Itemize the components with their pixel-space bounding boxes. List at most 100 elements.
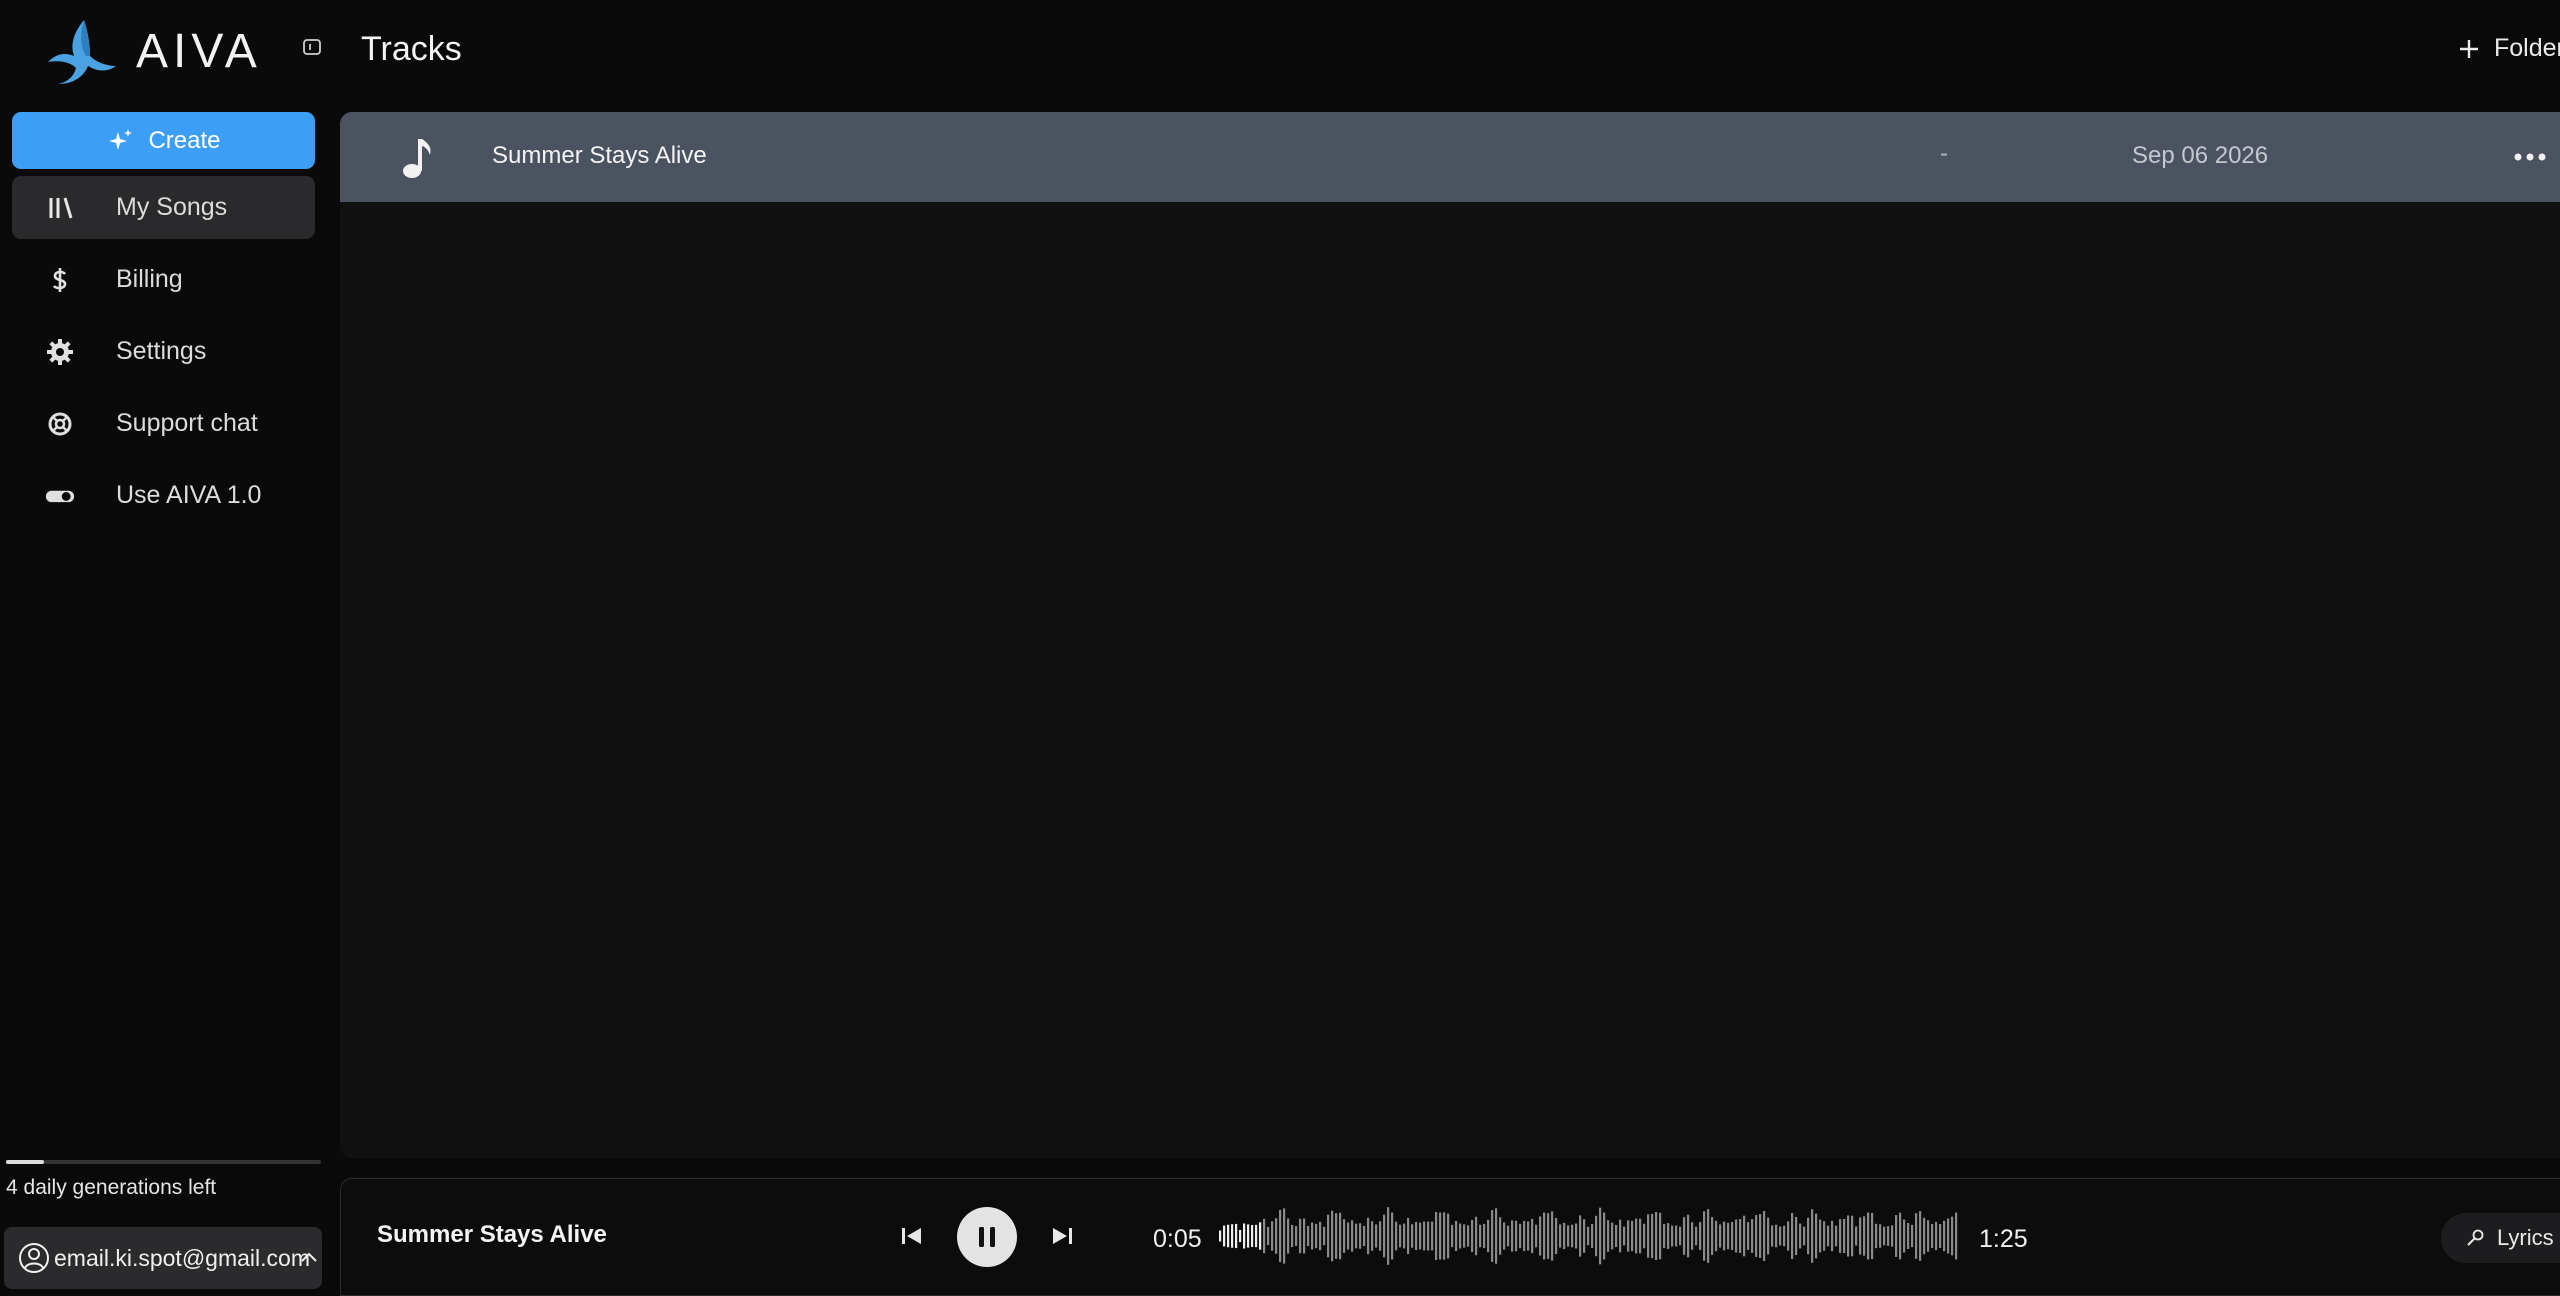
previous-track-button[interactable] bbox=[897, 1221, 927, 1251]
waveform-bar bbox=[1271, 1221, 1274, 1251]
waveform-bar bbox=[1767, 1217, 1770, 1255]
waveform-bar bbox=[1695, 1226, 1698, 1246]
waveform-bar bbox=[1779, 1226, 1782, 1246]
waveform-bar bbox=[1511, 1220, 1514, 1252]
aiva-logo[interactable]: AIVA bbox=[44, 16, 262, 86]
waveform-bar bbox=[1643, 1223, 1646, 1249]
waveform-bar bbox=[1307, 1225, 1310, 1247]
sidebar-item-support-chat[interactable]: Support chat bbox=[12, 392, 315, 455]
waveform-bar bbox=[1607, 1220, 1610, 1252]
create-button-label: Create bbox=[148, 126, 221, 154]
waveform-bar bbox=[1835, 1225, 1838, 1247]
waveform-bar bbox=[1279, 1209, 1282, 1263]
waveform-bar bbox=[1571, 1224, 1574, 1248]
waveform-bar bbox=[1259, 1222, 1262, 1250]
waveform-bar bbox=[1519, 1223, 1522, 1249]
waveform-bar bbox=[1219, 1230, 1222, 1242]
waveform-bar bbox=[1887, 1226, 1890, 1246]
waveform-bar bbox=[1487, 1219, 1490, 1253]
waveform-bar bbox=[1851, 1215, 1854, 1257]
waveform-bar bbox=[1507, 1225, 1510, 1247]
sidebar-item-settings[interactable]: Settings bbox=[12, 320, 315, 383]
pause-button[interactable] bbox=[957, 1207, 1017, 1267]
collapse-sidebar-button[interactable] bbox=[302, 37, 322, 57]
waveform-bar bbox=[1647, 1214, 1650, 1258]
waveform-bar bbox=[1771, 1225, 1774, 1247]
waveform-bar bbox=[1543, 1212, 1546, 1260]
waveform-bar bbox=[1603, 1212, 1606, 1260]
waveform-bar bbox=[1583, 1219, 1586, 1253]
waveform-bar bbox=[1531, 1218, 1534, 1254]
waveform-bar bbox=[1515, 1220, 1518, 1252]
waveform-bar bbox=[1407, 1217, 1410, 1255]
plus-icon bbox=[2460, 39, 2478, 58]
dollar-icon bbox=[40, 265, 80, 295]
more-options-icon[interactable] bbox=[2510, 144, 2554, 170]
new-folder-label: Folder bbox=[2494, 34, 2560, 62]
account-menu[interactable]: email.ki.spot@gmail.com bbox=[4, 1227, 322, 1289]
new-folder-button[interactable]: Folder bbox=[2456, 34, 2560, 63]
track-row[interactable]: Summer Stays Alive - Sep 06 2026 bbox=[340, 112, 2560, 202]
waveform-bar bbox=[1403, 1223, 1406, 1249]
aiva-logo-icon bbox=[48, 20, 116, 84]
waveform-bar bbox=[1591, 1224, 1594, 1248]
next-track-button[interactable] bbox=[1047, 1221, 1077, 1251]
waveform-bar bbox=[1759, 1214, 1762, 1258]
account-email: email.ki.spot@gmail.com bbox=[54, 1244, 310, 1271]
track-title[interactable]: Summer Stays Alive bbox=[492, 142, 707, 170]
waveform-bar bbox=[1951, 1216, 1954, 1256]
waveform-bar bbox=[1315, 1223, 1318, 1249]
waveform-bar bbox=[1823, 1221, 1826, 1251]
create-button[interactable]: Create bbox=[12, 112, 315, 169]
waveform-bar bbox=[1895, 1215, 1898, 1257]
waveform-bar bbox=[1755, 1215, 1758, 1257]
waveform-bar bbox=[1739, 1218, 1742, 1254]
library-icon bbox=[40, 193, 80, 223]
waveform-bar bbox=[1379, 1221, 1382, 1251]
waveform-bar bbox=[1931, 1224, 1934, 1248]
app-name: AIVA bbox=[136, 24, 262, 78]
waveform-bar bbox=[1667, 1223, 1670, 1249]
sidebar-item-label: Support chat bbox=[116, 409, 258, 437]
waveform-bar bbox=[1655, 1211, 1658, 1261]
waveform-bar bbox=[1343, 1219, 1346, 1253]
sidebar-item-my-songs[interactable]: My Songs bbox=[12, 176, 315, 239]
sidebar: AIVA Create My Songs Billing Settings Su… bbox=[0, 0, 330, 1296]
waveform-bar bbox=[1867, 1212, 1870, 1260]
waveform-bar bbox=[1619, 1219, 1622, 1253]
waveform-bar bbox=[1875, 1223, 1878, 1249]
waveform-bar bbox=[1691, 1222, 1694, 1250]
music-note-icon bbox=[403, 139, 431, 178]
waveform-bar bbox=[1751, 1219, 1754, 1253]
waveform-bar bbox=[1495, 1208, 1498, 1264]
waveform-bar bbox=[1699, 1222, 1702, 1250]
waveform-bar bbox=[1639, 1218, 1642, 1254]
waveform-bar bbox=[1719, 1224, 1722, 1248]
waveform-bar bbox=[1675, 1225, 1678, 1247]
waveform-bar bbox=[1735, 1219, 1738, 1253]
waveform-bar bbox=[1363, 1225, 1366, 1247]
lyrics-button[interactable]: Lyrics bbox=[2441, 1213, 2560, 1263]
waveform-bar bbox=[1311, 1222, 1314, 1250]
waveform-bar bbox=[1927, 1220, 1930, 1252]
waveform-seekbar[interactable] bbox=[1219, 1205, 1959, 1267]
waveform-bar bbox=[1435, 1211, 1438, 1261]
user-avatar-icon bbox=[19, 1243, 49, 1273]
waveform-bar bbox=[1683, 1217, 1686, 1255]
waveform-bar bbox=[1243, 1223, 1246, 1249]
waveform-bar bbox=[1367, 1217, 1370, 1255]
waveform-bar bbox=[1703, 1211, 1706, 1261]
waveform-bar bbox=[1635, 1218, 1638, 1254]
waveform-bar bbox=[1347, 1222, 1350, 1250]
sidebar-item-billing[interactable]: Billing bbox=[12, 248, 315, 311]
waveform-bar bbox=[1743, 1215, 1746, 1257]
waveform-bar bbox=[1375, 1224, 1378, 1248]
waveform-bar bbox=[1955, 1212, 1958, 1260]
generations-left-text: 4 daily generations left bbox=[6, 1176, 217, 1199]
waveform-bar bbox=[1335, 1213, 1338, 1259]
sidebar-item-use-aiva-1[interactable]: Use AIVA 1.0 bbox=[12, 464, 315, 527]
waveform-bar bbox=[1331, 1210, 1334, 1262]
waveform-bar bbox=[1547, 1213, 1550, 1259]
sparkle-icon bbox=[109, 128, 133, 150]
waveform-bar bbox=[1863, 1216, 1866, 1256]
